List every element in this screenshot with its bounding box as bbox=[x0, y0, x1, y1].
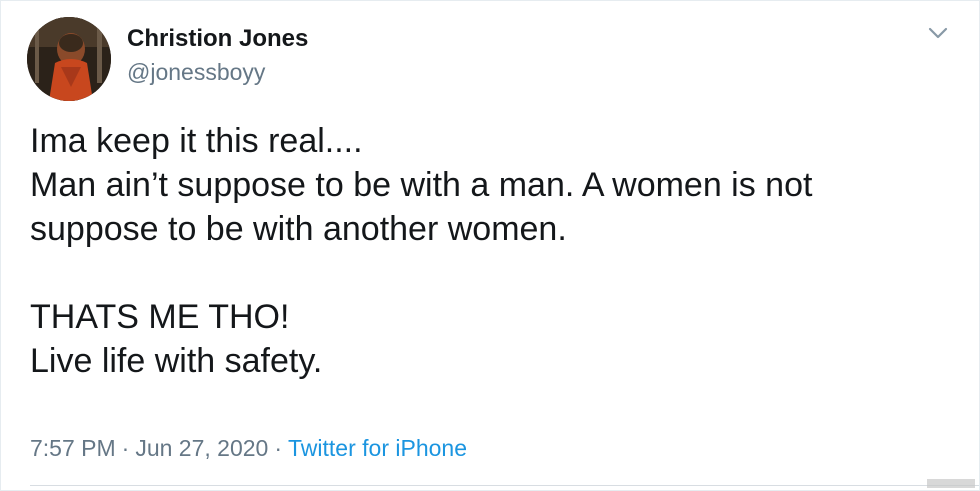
chevron-down-icon[interactable] bbox=[927, 25, 949, 41]
tweet-line: Live life with safety. bbox=[30, 342, 323, 380]
avatar[interactable] bbox=[27, 17, 111, 101]
divider bbox=[30, 485, 979, 486]
tweet-line: Man ain’t suppose to be with a man. A wo… bbox=[30, 166, 813, 204]
meta-separator: · bbox=[121, 435, 130, 461]
paragraph-break bbox=[30, 251, 930, 295]
tweet-time[interactable]: 7:57 PM bbox=[30, 435, 116, 461]
meta-separator: · bbox=[274, 435, 283, 461]
tweet-card: Christion Jones @jonessboyy Ima keep it … bbox=[0, 0, 980, 491]
author-handle[interactable]: @jonessboyy bbox=[127, 59, 265, 86]
author-name[interactable]: Christion Jones bbox=[127, 25, 308, 53]
tweet-source-link[interactable]: Twitter for iPhone bbox=[288, 435, 467, 461]
watermark bbox=[927, 479, 975, 488]
avatar-photo-icon bbox=[27, 17, 111, 101]
tweet-line: THATS ME THO! bbox=[30, 298, 290, 336]
tweet-line: suppose to be with another women. bbox=[30, 210, 567, 248]
tweet-date[interactable]: Jun 27, 2020 bbox=[135, 435, 268, 461]
tweet-meta: 7:57 PM · Jun 27, 2020 · Twitter for iPhone bbox=[30, 435, 467, 462]
tweet-text: Ima keep it this real.... Man ain’t supp… bbox=[30, 119, 930, 383]
tweet-line: Ima keep it this real.... bbox=[30, 122, 363, 160]
